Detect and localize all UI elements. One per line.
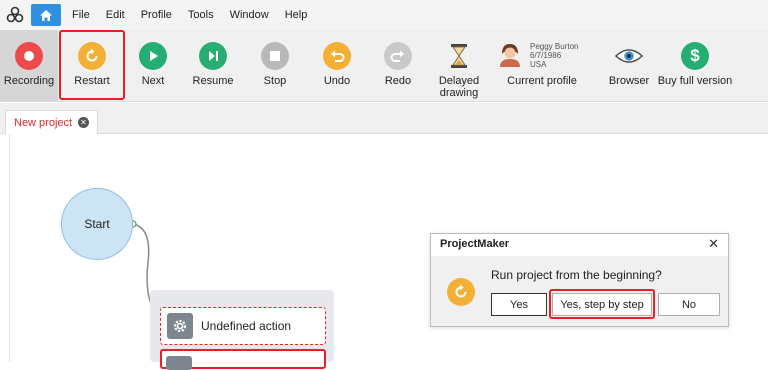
- undefined-action-node[interactable]: Undefined action: [160, 307, 326, 345]
- dialog-title: ProjectMaker: [440, 238, 510, 250]
- action-node-2[interactable]: [160, 349, 326, 370]
- no-button[interactable]: No: [658, 293, 720, 316]
- gear-icon: [166, 356, 192, 370]
- start-label: Start: [84, 217, 110, 231]
- yes-button[interactable]: Yes: [491, 293, 547, 316]
- restart-icon: [447, 278, 475, 306]
- dialog-body: Run project from the beginning? Yes Yes,…: [431, 256, 728, 326]
- step-by-step-highlight: [549, 289, 655, 319]
- gear-icon: [167, 313, 193, 339]
- start-node[interactable]: Start: [61, 188, 133, 260]
- action-label: Undefined action: [201, 319, 292, 333]
- project-maker-dialog: ProjectMaker ✕ Run project from the begi…: [430, 233, 729, 327]
- close-icon[interactable]: ✕: [708, 236, 719, 252]
- dialog-message: Run project from the beginning?: [491, 268, 662, 282]
